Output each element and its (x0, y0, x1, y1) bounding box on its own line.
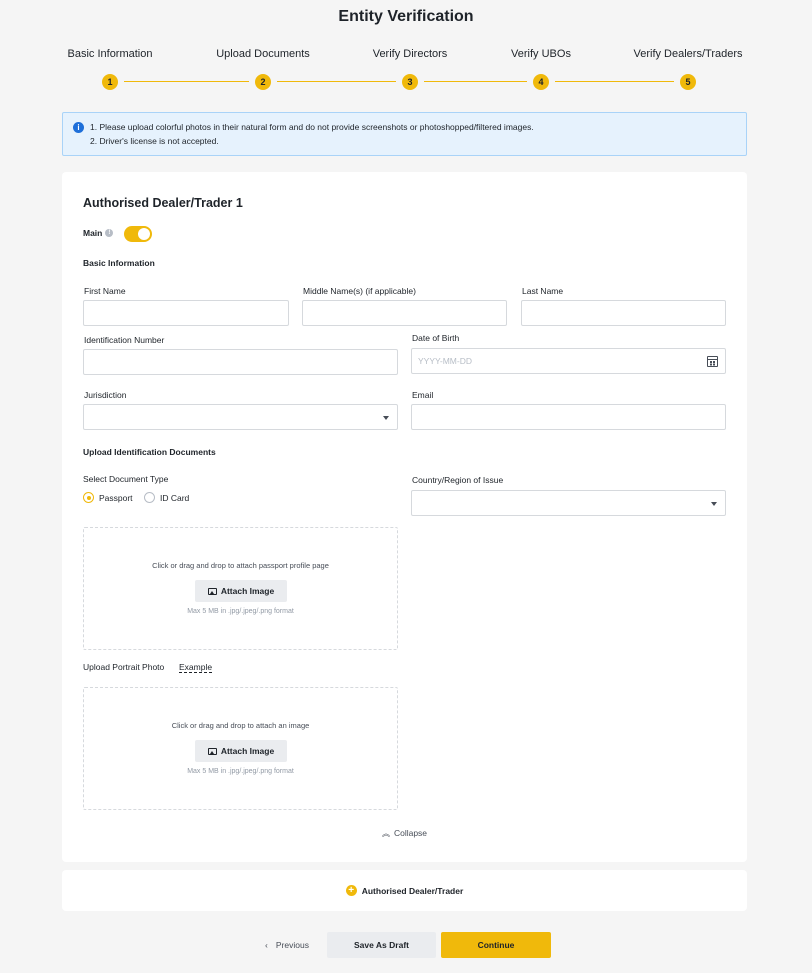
image-icon (207, 747, 217, 755)
step-2-indicator: 2 (255, 74, 271, 90)
jurisdiction-label: Jurisdiction (84, 390, 127, 400)
step-3-indicator: 3 (402, 74, 418, 90)
attach-image-button[interactable]: Attach Image (195, 580, 287, 602)
dropzone-text: Click or drag and drop to attach passpor… (152, 561, 329, 570)
dropzone-hint: Max 5 MB in .jpg/.jpeg/.png format (187, 768, 294, 775)
id-number-label: Identification Number (84, 335, 165, 345)
plus-icon: + (345, 885, 357, 896)
toggle-knob (138, 228, 150, 240)
continue-button[interactable]: Continue (441, 932, 551, 958)
step-label-verify-dealers: Verify Dealers/Traders (633, 48, 743, 60)
previous-label: Previous (275, 940, 309, 950)
country-select[interactable] (411, 490, 726, 516)
upload-docs-heading: Upload Identification Documents (83, 447, 216, 457)
collapse-button[interactable]: ︽ Collapse (62, 828, 747, 839)
main-toggle[interactable] (124, 226, 152, 242)
step-label-upload-documents: Upload Documents (216, 48, 310, 60)
example-link[interactable]: Example (179, 662, 213, 673)
dealer-card-title: Authorised Dealer/Trader 1 (83, 196, 243, 210)
last-name-label: Last Name (522, 286, 564, 296)
country-label: Country/Region of Issue (412, 475, 504, 485)
notice-line-1: 1. Please upload colorful photos in thei… (90, 122, 534, 132)
id-number-input[interactable] (83, 349, 398, 375)
email-input[interactable] (411, 404, 726, 430)
radio-passport[interactable]: Passport (83, 492, 133, 503)
previous-button[interactable]: ‹ Previous (252, 932, 322, 958)
chevron-down-icon (711, 502, 717, 506)
stepper: Basic Information Upload Documents Verif… (0, 48, 812, 98)
notice-line-2: 2. Driver's license is not accepted. (90, 136, 219, 146)
first-name-label: First Name (84, 286, 126, 296)
dropzone-hint: Max 5 MB in .jpg/.jpeg/.png format (187, 608, 294, 615)
step-label-verify-ubos: Verify UBOs (511, 48, 571, 60)
dealer-card: Authorised Dealer/Trader 1 Main ! Basic … (62, 172, 747, 862)
chevron-left-icon: ‹ (265, 940, 268, 950)
doc-type-label: Select Document Type (83, 474, 169, 484)
middle-name-label: Middle Name(s) (if applicable) (303, 286, 416, 296)
dob-label: Date of Birth (412, 333, 460, 343)
radio-id-card[interactable]: ID Card (144, 492, 189, 503)
step-connector (277, 81, 396, 82)
main-label: Main ! (83, 228, 114, 238)
step-connector (124, 81, 249, 82)
dob-placeholder: YYYY-MM-DD (418, 356, 472, 366)
dropzone-text: Click or drag and drop to attach an imag… (171, 721, 310, 730)
basic-info-heading: Basic Information (83, 258, 155, 268)
step-4-indicator: 4 (533, 74, 549, 90)
info-notice: i 1. Please upload colorful photos in th… (62, 112, 747, 156)
middle-name-input[interactable] (302, 300, 507, 326)
add-dealer-label: Authorised Dealer/Trader (361, 885, 464, 896)
step-connector (555, 81, 674, 82)
chevron-down-icon (383, 416, 389, 420)
step-label-basic-information: Basic Information (67, 48, 153, 60)
info-icon: i (73, 122, 84, 133)
radio-unchecked-icon (144, 492, 155, 503)
passport-dropzone[interactable]: Click or drag and drop to attach passpor… (83, 527, 398, 650)
radio-id-card-label: ID Card (160, 492, 190, 503)
email-label: Email (412, 390, 434, 400)
calendar-icon[interactable] (707, 356, 718, 367)
add-dealer-button[interactable]: + Authorised Dealer/Trader (62, 870, 747, 911)
step-label-verify-directors: Verify Directors (372, 48, 448, 60)
image-icon (207, 587, 217, 595)
portrait-label: Upload Portrait Photo (83, 662, 165, 672)
attach-image-button[interactable]: Attach Image (195, 740, 287, 762)
help-icon[interactable]: ! (105, 229, 114, 237)
dob-input[interactable]: YYYY-MM-DD (411, 348, 726, 374)
last-name-input[interactable] (521, 300, 726, 326)
radio-passport-label: Passport (99, 492, 133, 503)
portrait-dropzone[interactable]: Click or drag and drop to attach an imag… (83, 687, 398, 810)
step-1-indicator: 1 (102, 74, 118, 90)
chevron-up-icon: ︽ (381, 829, 390, 838)
step-connector (424, 81, 527, 82)
collapse-label: Collapse (393, 828, 428, 838)
first-name-input[interactable] (83, 300, 289, 326)
page-title: Entity Verification (338, 8, 474, 25)
jurisdiction-select[interactable] (83, 404, 398, 430)
main-label-text: Main (83, 228, 103, 238)
save-draft-button[interactable]: Save As Draft (327, 932, 436, 958)
attach-image-label: Attach Image (220, 586, 275, 596)
radio-checked-icon (83, 492, 94, 503)
attach-image-label: Attach Image (220, 746, 275, 756)
step-5-indicator: 5 (680, 74, 696, 90)
